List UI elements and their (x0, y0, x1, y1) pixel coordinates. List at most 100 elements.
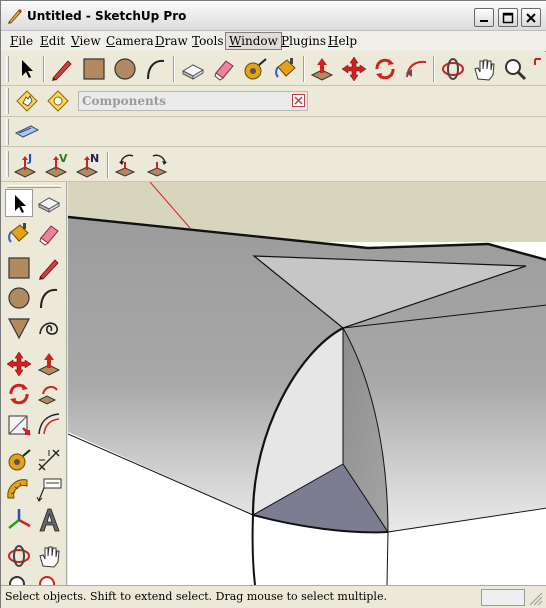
make-component-button[interactable] (35, 189, 63, 217)
move-tool-button[interactable] (340, 55, 368, 83)
model-scene (68, 182, 546, 585)
move-tool-button[interactable] (5, 350, 33, 378)
menu-tools[interactable]: Tools (189, 33, 227, 49)
menu-file[interactable]: File (7, 33, 36, 49)
pencil-icon (52, 60, 72, 81)
menu-view[interactable]: View (68, 33, 104, 49)
axes-tool-button[interactable] (5, 506, 33, 534)
menu-file-label: File (10, 34, 34, 48)
section-toolbar (1, 117, 546, 147)
tape-measure-button[interactable] (241, 55, 269, 83)
close-icon (294, 96, 303, 105)
large-tool-set (1, 182, 67, 585)
smoove-n-button[interactable]: N (75, 150, 103, 178)
components-toolbar[interactable]: Components (78, 91, 308, 111)
polygon-tool-button[interactable] (5, 314, 33, 342)
rotate-icon (375, 58, 395, 80)
menu-bar: File Edit View Camera Draw Tools Window … (1, 31, 546, 51)
resize-grip[interactable] (526, 589, 545, 606)
orbit-tool-button[interactable] (5, 542, 33, 570)
zoom-tool-button[interactable] (5, 572, 33, 585)
toolbar-grip[interactable] (6, 119, 9, 145)
follow-me-button[interactable] (35, 380, 63, 408)
3d-text-icon (39, 508, 60, 532)
protractor-tool-button[interactable] (5, 476, 33, 504)
line-tool-button[interactable] (48, 55, 76, 83)
rotate-tool-button[interactable] (5, 380, 33, 408)
menu-help[interactable]: Help (325, 33, 360, 49)
pan-tool-button[interactable] (35, 542, 63, 570)
zoom-window-button[interactable] (35, 572, 63, 585)
text-tool-button[interactable] (35, 476, 63, 504)
tape-measure-icon (244, 58, 267, 80)
main-toolbar (1, 52, 546, 86)
zoom-extents-button[interactable] (531, 55, 546, 83)
rotate-icon (9, 383, 29, 405)
eraser-tool-button[interactable] (35, 220, 63, 248)
rectangle-tool-button[interactable] (5, 254, 33, 282)
arc-icon (40, 288, 58, 309)
zoom-tool-button[interactable] (501, 55, 529, 83)
modeling-viewport[interactable] (68, 182, 546, 585)
rectangle-tool-button[interactable] (80, 55, 108, 83)
dimension-icon (38, 449, 60, 471)
section-plane-button[interactable] (13, 118, 41, 146)
menu-edit[interactable]: Edit (37, 33, 68, 49)
smoove-v-button[interactable]: V (44, 150, 72, 178)
menu-window[interactable]: Window (225, 32, 282, 50)
redo-raise-button[interactable] (145, 150, 173, 178)
rotate-tool-button[interactable] (371, 55, 399, 83)
title-bar[interactable]: Untitled - SketchUp Pro (1, 1, 546, 31)
measurements-box[interactable] (481, 589, 525, 606)
protractor-icon (7, 479, 28, 499)
menu-plugins[interactable]: Plugins (278, 33, 329, 49)
arc-tool-button[interactable] (142, 55, 170, 83)
undo-raise-button[interactable] (113, 150, 141, 178)
push-pull-button[interactable] (35, 350, 63, 378)
offset-tool-button[interactable] (35, 410, 63, 438)
toolbar-grip[interactable] (7, 185, 61, 188)
text-label-icon (36, 478, 62, 502)
paint-bucket-button[interactable] (272, 55, 300, 83)
3d-text-button[interactable] (35, 506, 63, 534)
select-tool-button[interactable] (5, 189, 33, 217)
interact-hand-icon (16, 90, 38, 112)
paint-bucket-button[interactable] (5, 220, 33, 248)
orbit-tool-button[interactable] (439, 55, 467, 83)
follow-me-button[interactable] (402, 55, 430, 83)
rectangle-icon (83, 58, 105, 80)
component-options-button[interactable] (44, 87, 72, 115)
toolbar-grip[interactable] (6, 88, 9, 114)
circle-tool-button[interactable] (5, 284, 33, 312)
select-arrow-icon (15, 195, 26, 213)
maximize-button[interactable] (498, 8, 518, 27)
scale-icon (8, 415, 31, 436)
components-close-button[interactable] (292, 94, 305, 107)
menu-draw[interactable]: Draw (152, 33, 191, 49)
menu-plugins-label: Plugins (281, 34, 327, 48)
raise-v-icon: V (44, 152, 68, 178)
eraser-tool-button[interactable] (210, 55, 238, 83)
tape-measure-button[interactable] (5, 446, 33, 474)
scale-tool-button[interactable] (5, 410, 33, 438)
minimize-button[interactable] (474, 8, 494, 27)
freehand-tool-button[interactable] (35, 314, 63, 342)
make-component-button[interactable] (179, 55, 207, 83)
line-tool-button[interactable] (35, 254, 63, 282)
circle-tool-button[interactable] (111, 55, 139, 83)
pencil-icon (39, 259, 59, 280)
toolbar-separator (303, 56, 305, 82)
pan-tool-button[interactable] (470, 55, 498, 83)
toolbar-grip[interactable] (6, 151, 9, 177)
offset-icon (38, 413, 60, 435)
close-button[interactable] (521, 8, 541, 27)
toolbar-grip[interactable] (6, 56, 9, 82)
smoove-j-button[interactable]: J (13, 150, 41, 178)
arc-tool-button[interactable] (35, 284, 63, 312)
interact-button[interactable] (13, 87, 41, 115)
select-tool-button[interactable] (13, 55, 41, 83)
menu-camera[interactable]: Camera (103, 33, 157, 49)
dimension-tool-button[interactable] (35, 446, 63, 474)
push-pull-button[interactable] (308, 55, 336, 83)
sandbox-v-label: V (59, 152, 68, 165)
